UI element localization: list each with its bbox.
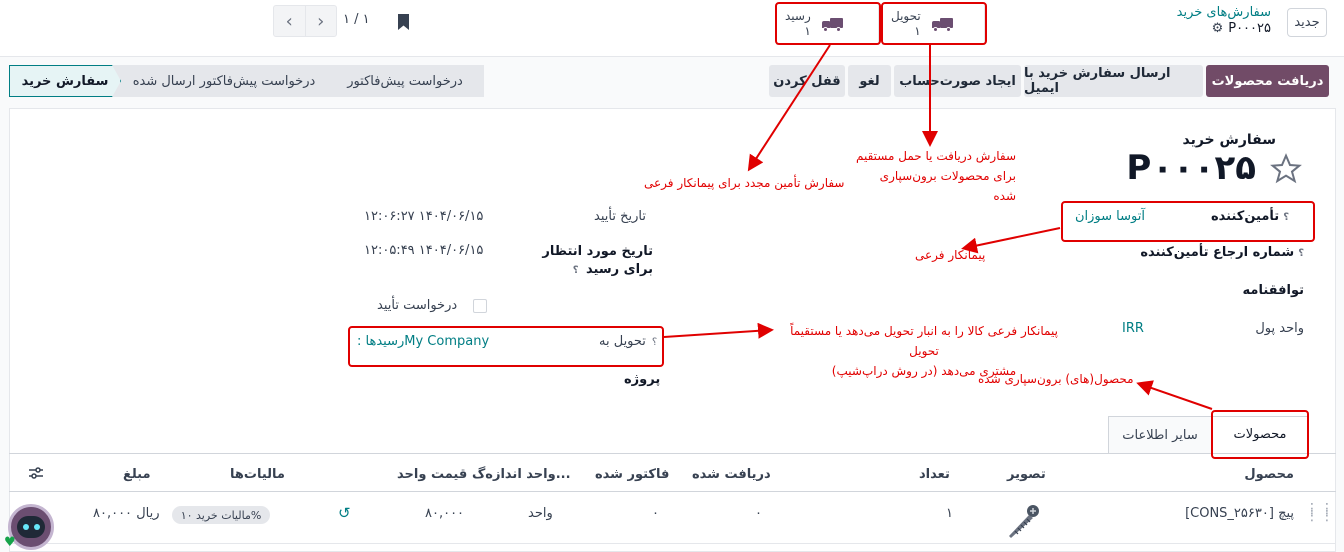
th-taxes[interactable]: مالیات‌ها: [230, 467, 285, 482]
annotation-dropship-line2: برای محصولات برون‌سپاری شده: [879, 169, 1016, 203]
th-amount[interactable]: مبلغ: [123, 467, 151, 482]
heart-icon: ♥: [4, 535, 16, 550]
cell-qty[interactable]: ۱: [946, 506, 953, 521]
tab-other-info[interactable]: سایر اطلاعات: [1108, 416, 1212, 453]
bot-face-icon: [17, 516, 45, 538]
annotation-subcontracted-products: محصول(های) برون‌سپاری شده: [978, 372, 1134, 386]
cell-tax-badge[interactable]: مالیات خرید ۱۰%: [172, 506, 270, 524]
th-billed[interactable]: فاکتور شده: [595, 467, 669, 482]
annotation-dropship-line1: سفارش دریافت یا حمل مستقیم: [856, 149, 1017, 163]
th-product[interactable]: محصول: [1244, 467, 1294, 482]
th-unit-price[interactable]: قیمت واحد: [397, 467, 467, 482]
th-qty[interactable]: تعداد: [919, 467, 950, 482]
tabs-divider: [9, 453, 1336, 454]
annotation-dropship: سفارش دریافت یا حمل مستقیم برای محصولات …: [856, 146, 1016, 206]
highlight-products-tab: [1211, 410, 1309, 459]
annotation-resupply: سفارش تأمین مجدد برای پیمانکار فرعی: [644, 176, 845, 190]
cell-amount: ۸۰,۰۰۰ ریال: [93, 506, 160, 521]
settings-sliders-icon[interactable]: [29, 466, 43, 480]
th-received[interactable]: دریافت شده: [692, 467, 771, 482]
refresh-icon[interactable]: ↺: [338, 504, 351, 522]
screw-image: [1009, 505, 1039, 538]
cell-uom[interactable]: واحد: [528, 506, 553, 521]
cell-billed: ۰: [652, 506, 659, 521]
cell-received[interactable]: ۰: [755, 506, 762, 521]
th-image[interactable]: تصویر: [1007, 467, 1046, 482]
annotation-deliver-line1: پیمانکار فرعی کالا را به انبار تحویل می‌…: [790, 324, 1058, 358]
th-uom[interactable]: واحد اندازه‌گ...: [472, 467, 571, 482]
annotation-subcontractor: پیمانکار فرعی: [915, 248, 986, 262]
cell-product[interactable]: [CONS_۲۵۶۳۰] پیچ: [1185, 506, 1294, 521]
table-header-row: [9, 458, 1336, 492]
drag-handle-icon[interactable]: ⋮⋮ ⋮⋮: [1305, 502, 1335, 523]
cell-unit-price[interactable]: ۸۰,۰۰۰: [425, 506, 464, 521]
